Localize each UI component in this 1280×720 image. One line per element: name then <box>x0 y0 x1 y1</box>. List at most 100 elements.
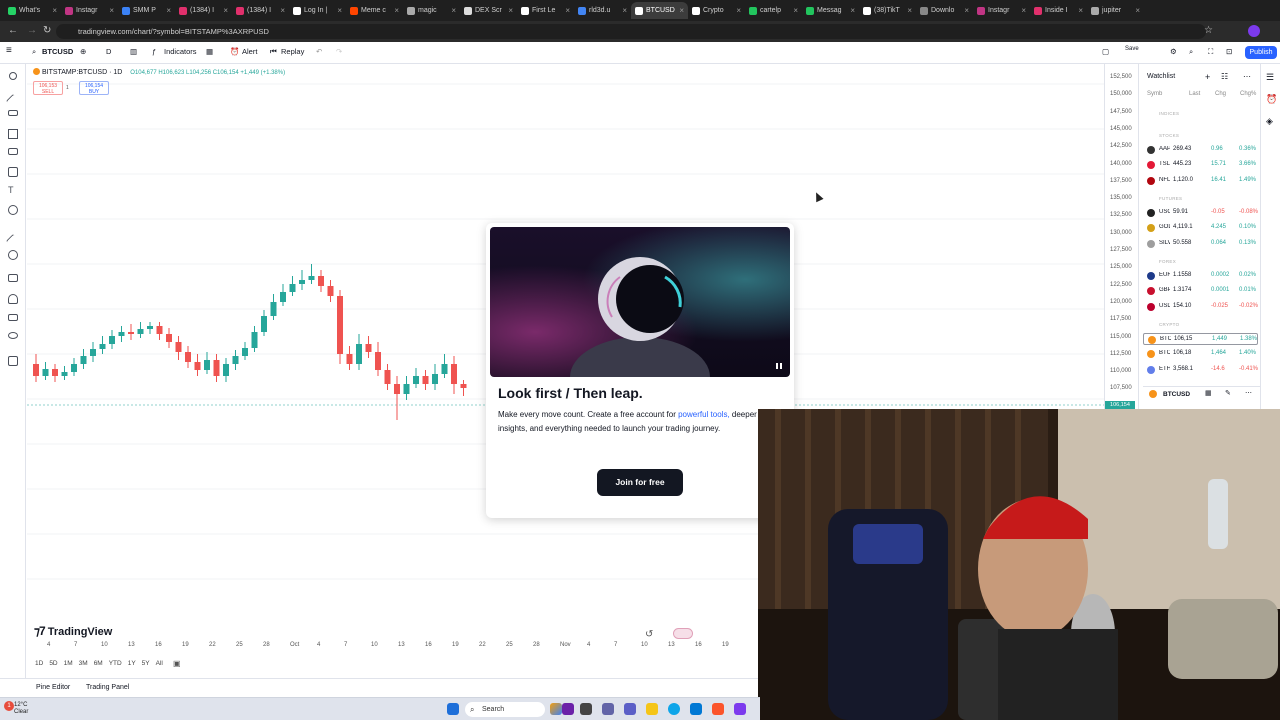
watchlist-row[interactable]: GOLD4,119.1 4.245 0.10% <box>1143 222 1258 234</box>
sell-button[interactable]: 106,153 SELL <box>33 81 63 95</box>
add-symbol-icon[interactable]: + <box>1205 72 1210 82</box>
join-for-free-button[interactable]: Join for free <box>597 469 683 496</box>
tab-close-icon[interactable]: × <box>793 6 798 15</box>
tab-close-icon[interactable]: × <box>394 6 399 15</box>
section-indices[interactable]: INDICES <box>1159 111 1179 116</box>
tab-close-icon[interactable]: × <box>1078 6 1083 15</box>
watchlist-layout-icon[interactable]: ☷ <box>1221 72 1228 81</box>
candle-body[interactable] <box>451 364 457 384</box>
watchlist-row[interactable]: TSLA445.23 15.71 3.66% <box>1143 159 1258 171</box>
range-button[interactable]: All <box>156 660 163 667</box>
candle-body[interactable] <box>80 356 87 364</box>
tab-close-icon[interactable]: × <box>565 6 570 15</box>
layout-icon[interactable]: ▢ <box>1102 47 1109 56</box>
tab-close-icon[interactable]: × <box>907 6 912 15</box>
candle-body[interactable] <box>337 296 343 354</box>
candle-body[interactable] <box>308 276 315 280</box>
fullscreen-icon[interactable]: ⛶ <box>1208 47 1213 57</box>
candle-body[interactable] <box>223 364 229 376</box>
watchlist-row[interactable]: NFLX1,120.0 16.41 1.49% <box>1143 175 1258 187</box>
watchlist-row[interactable]: BTCUSD106,15 1,449 1.38% <box>1143 333 1258 345</box>
tab-close-icon[interactable]: × <box>109 6 114 15</box>
tab-close-icon[interactable]: × <box>736 6 741 15</box>
candle-body[interactable] <box>232 356 239 364</box>
alert-button[interactable]: Alert <box>242 47 257 56</box>
candle-body[interactable] <box>394 384 400 394</box>
pattern-icon[interactable] <box>8 129 18 139</box>
lock-drawings-icon[interactable] <box>8 294 18 304</box>
widgets-icon[interactable] <box>550 703 562 715</box>
candle-body[interactable] <box>365 344 372 352</box>
range-button[interactable]: 5D <box>49 660 57 667</box>
interval-button[interactable]: D <box>106 47 111 56</box>
compare-add-icon[interactable]: ⊕ <box>80 47 86 56</box>
candle-body[interactable] <box>356 344 362 364</box>
candle-body[interactable] <box>384 370 391 384</box>
app-icon[interactable] <box>562 703 574 715</box>
candle-body[interactable] <box>90 349 96 356</box>
reload-icon[interactable]: ↻ <box>43 25 51 36</box>
task-view-icon[interactable] <box>580 703 592 715</box>
menu-icon[interactable]: ≡ <box>6 45 12 56</box>
notification-badge[interactable]: 1 <box>4 701 14 711</box>
candle-body[interactable] <box>194 362 201 370</box>
layers-sidebar-icon[interactable]: ◈ <box>1266 116 1273 127</box>
edge-icon[interactable] <box>668 703 680 715</box>
tab-close-icon[interactable]: × <box>223 6 228 15</box>
watchlist-row[interactable]: USOIL59.91 -0.05 -0.08% <box>1143 207 1258 219</box>
candle-body[interactable] <box>251 332 258 348</box>
back-icon[interactable]: ← <box>8 25 18 36</box>
app-icon-2[interactable] <box>734 703 746 715</box>
detail-symbol[interactable]: BTCUSD <box>1163 391 1190 398</box>
candle-body[interactable] <box>213 360 220 376</box>
candle-body[interactable] <box>185 352 191 362</box>
browser-tab[interactable]: What's × <box>4 2 61 19</box>
browser-tab[interactable]: Inside I × <box>1030 2 1087 19</box>
section-crypto[interactable]: CRYPTO <box>1159 322 1179 327</box>
browser-tab[interactable]: (1384) I × <box>232 2 289 19</box>
tab-close-icon[interactable]: × <box>679 6 684 15</box>
browser-tab[interactable]: Downlo × <box>916 2 973 19</box>
candle-body[interactable] <box>71 364 77 372</box>
chart-type-icon[interactable]: ▥ <box>130 47 137 56</box>
detail-more-icon[interactable]: ⋯ <box>1245 389 1252 397</box>
weather-widget[interactable]: 12°C Clear <box>14 702 28 716</box>
browser-tab[interactable]: Meme c × <box>346 2 403 19</box>
trendline-icon[interactable] <box>5 93 21 109</box>
candle-body[interactable] <box>299 280 305 284</box>
section-stocks[interactable]: STOCKS <box>1159 133 1179 138</box>
search-icon[interactable]: ⌕ <box>1189 47 1193 57</box>
tab-close-icon[interactable]: × <box>166 6 171 15</box>
tab-close-icon[interactable]: × <box>622 6 627 15</box>
candle-body[interactable] <box>156 326 163 334</box>
tab-close-icon[interactable]: × <box>850 6 855 15</box>
symbol-search-icon[interactable]: ⌕ <box>32 47 36 57</box>
candle-body[interactable] <box>460 384 467 388</box>
brave-icon[interactable] <box>712 703 724 715</box>
replay-icon[interactable]: ⏮ <box>270 47 277 57</box>
projection-icon[interactable] <box>8 148 18 155</box>
teams-icon[interactable] <box>602 703 614 715</box>
tab-close-icon[interactable]: × <box>1021 6 1026 15</box>
tab-close-icon[interactable]: × <box>337 6 342 15</box>
candle-body[interactable] <box>204 360 210 370</box>
goto-date-icon[interactable]: ▣ <box>173 659 181 668</box>
bookmark-star-icon[interactable]: ☆ <box>1204 25 1213 36</box>
candle-body[interactable] <box>403 384 410 394</box>
candle-body[interactable] <box>147 326 153 329</box>
browser-tab[interactable]: SMM P × <box>118 2 175 19</box>
browser-tab[interactable]: (38)TikT × <box>859 2 916 19</box>
file-explorer-icon[interactable] <box>646 703 658 715</box>
section-futures[interactable]: FUTURES <box>1159 196 1182 201</box>
ruler-icon[interactable] <box>5 233 21 249</box>
tab-close-icon[interactable]: × <box>508 6 513 15</box>
browser-tab[interactable]: DEX Scr × <box>460 2 517 19</box>
trading-panel-tab[interactable]: Trading Panel <box>86 684 129 691</box>
watchlist-row[interactable]: SILVER50.558 0.064 0.13% <box>1143 238 1258 250</box>
icon-tool-icon[interactable] <box>8 205 18 215</box>
publish-button[interactable]: Publish <box>1245 46 1277 59</box>
windows-start-icon[interactable] <box>447 703 459 715</box>
alerts-sidebar-icon[interactable]: ⏰ <box>1266 94 1277 105</box>
col-last[interactable]: Last <box>1189 91 1200 97</box>
zoom-icon[interactable] <box>8 250 18 260</box>
